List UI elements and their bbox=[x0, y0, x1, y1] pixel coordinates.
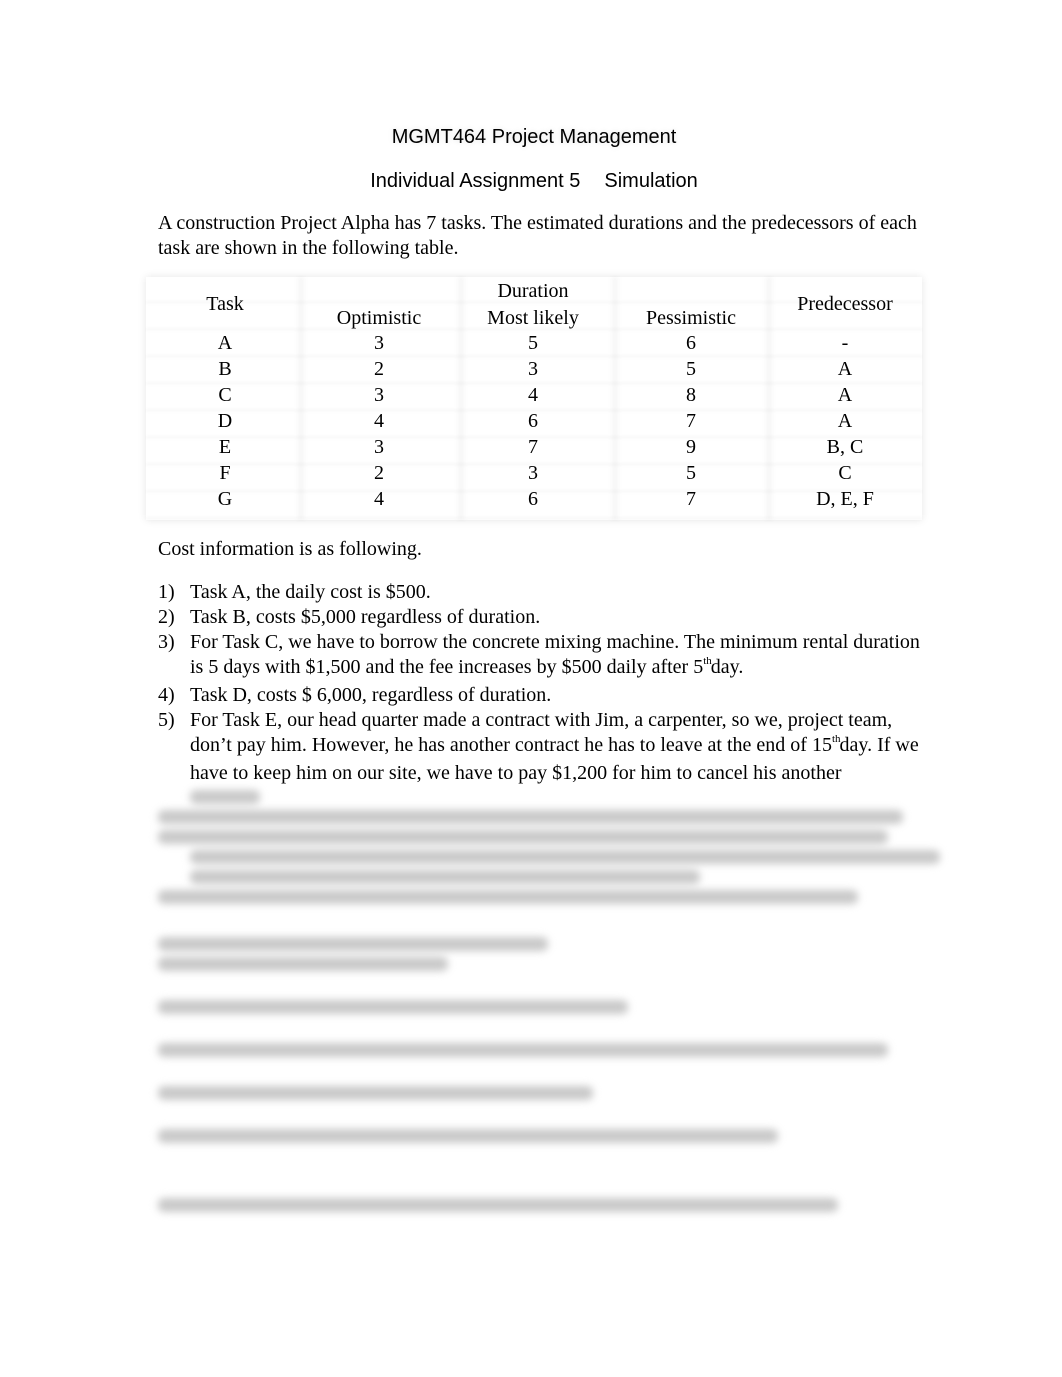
cell-predecessor: B, C bbox=[826, 436, 864, 458]
item-text: For Task C, we have to borrow the concre… bbox=[190, 631, 920, 678]
cell-most-likely: 3 bbox=[528, 358, 538, 380]
cost-item: 1) Task A, the daily cost is $500. bbox=[158, 580, 938, 605]
cell-task: F bbox=[219, 462, 231, 484]
item-number: 3) bbox=[158, 631, 175, 653]
cell-task: A bbox=[217, 332, 233, 354]
item-text: Task D, costs $ 6,000, regardless of dur… bbox=[190, 684, 552, 706]
header-optimistic: Optimistic bbox=[336, 307, 422, 329]
cell-task: E bbox=[218, 436, 232, 458]
document-subtitle: Individual Assignment 5 Simulation bbox=[0, 170, 1062, 193]
cell-pessimistic: 5 bbox=[686, 462, 696, 484]
item-number: 5) bbox=[158, 709, 175, 731]
cell-predecessor: A bbox=[837, 358, 853, 380]
blurred-content bbox=[158, 784, 940, 1217]
header-pessimistic: Pessimistic bbox=[645, 307, 736, 329]
document-page: MGMT464 Project Management Individual As… bbox=[0, 0, 1062, 1377]
cell-most-likely: 3 bbox=[528, 462, 538, 484]
cell-pessimistic: 8 bbox=[686, 384, 696, 406]
cell-pessimistic: 7 bbox=[686, 488, 696, 510]
task-duration-table: Task Duration Optimistic Most likely Pes… bbox=[146, 277, 922, 520]
cost-item: 5) For Task E, our head quarter made a c… bbox=[158, 708, 938, 786]
item-number: 2) bbox=[158, 606, 175, 628]
cell-optimistic: 4 bbox=[374, 488, 384, 510]
cost-item: 4) Task D, costs $ 6,000, regardless of … bbox=[158, 683, 938, 708]
cell-pessimistic: 5 bbox=[686, 358, 696, 380]
cell-optimistic: 2 bbox=[374, 358, 384, 380]
cell-optimistic: 2 bbox=[374, 462, 384, 484]
cost-list: 1) Task A, the daily cost is $500. 2) Ta… bbox=[158, 580, 938, 786]
header-predecessor: Predecessor bbox=[797, 293, 893, 315]
cell-optimistic: 3 bbox=[374, 384, 384, 406]
cell-predecessor: A bbox=[837, 410, 853, 432]
cell-most-likely: 5 bbox=[528, 332, 538, 354]
cost-item: 3) For Task C, we have to borrow the con… bbox=[158, 630, 938, 683]
intro-paragraph: A construction Project Alpha has 7 tasks… bbox=[158, 212, 917, 259]
cell-predecessor: D, E, F bbox=[816, 488, 874, 510]
cell-task: D bbox=[217, 410, 233, 432]
cell-pessimistic: 7 bbox=[686, 410, 696, 432]
cost-intro: Cost information is as following. bbox=[158, 538, 422, 560]
cell-predecessor: C bbox=[838, 462, 852, 484]
cell-task: B bbox=[218, 358, 232, 380]
cell-optimistic: 3 bbox=[374, 436, 384, 458]
cell-task: G bbox=[217, 488, 233, 510]
item-text: Task A, the daily cost is $500. bbox=[190, 581, 431, 603]
cell-most-likely: 7 bbox=[528, 436, 538, 458]
subtitle-assignment: Individual Assignment 5 bbox=[370, 170, 581, 192]
cell-most-likely: 6 bbox=[528, 488, 538, 510]
cell-predecessor: - bbox=[841, 332, 849, 354]
cost-item: 2) Task B, costs $5,000 regardless of du… bbox=[158, 605, 938, 630]
item-number: 1) bbox=[158, 581, 175, 603]
cell-task: C bbox=[218, 384, 232, 406]
cell-predecessor: A bbox=[837, 384, 853, 406]
item-number: 4) bbox=[158, 684, 175, 706]
cell-most-likely: 6 bbox=[528, 410, 538, 432]
ordinal-suffix: th bbox=[831, 733, 841, 745]
cell-pessimistic: 6 bbox=[686, 332, 696, 354]
cell-pessimistic: 9 bbox=[686, 436, 696, 458]
header-task: Task bbox=[206, 293, 244, 315]
cell-most-likely: 4 bbox=[528, 384, 538, 406]
header-duration: Duration bbox=[497, 280, 569, 302]
subtitle-topic: Simulation bbox=[604, 170, 698, 192]
header-most-likely: Most likely bbox=[487, 307, 579, 329]
ordinal-suffix: th bbox=[703, 655, 712, 667]
cell-optimistic: 3 bbox=[374, 332, 384, 354]
cell-optimistic: 4 bbox=[374, 410, 384, 432]
document-title: MGMT464 Project Management bbox=[391, 126, 677, 148]
item-text: For Task E, our head quarter made a cont… bbox=[190, 709, 893, 756]
item-text: Task B, costs $5,000 regardless of durat… bbox=[190, 606, 541, 628]
